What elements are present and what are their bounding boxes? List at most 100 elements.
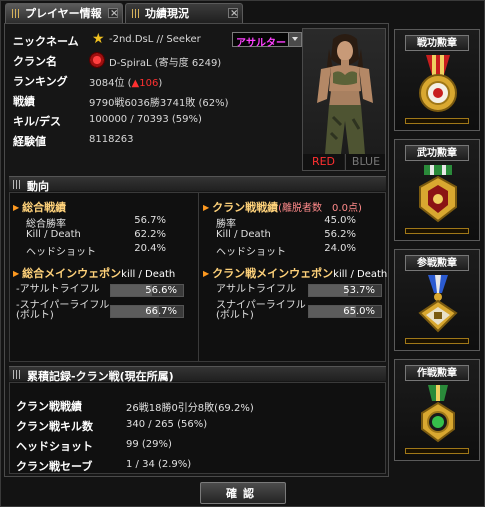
list-item: ヘッドショット 20.4% [26,243,186,258]
medal-plate [405,448,469,454]
chevron-down-icon[interactable] [288,33,301,46]
weapon-bar: 66.7% [110,305,184,318]
class-select-value: アサルター [236,38,286,49]
clan-weapon-title-text: クラン戦メインウェポン [212,267,334,280]
medal-title: 武功勲章 [405,145,469,161]
tab-bars-icon [12,9,21,18]
record-label: クラン戦戦績 [16,400,82,413]
medal-card[interactable]: 戦功勲章 [394,29,480,131]
stat-label: 勝率 [216,219,236,230]
record-label: クラン戦セーブ [16,460,93,473]
list-item: Kill / Death 56.2% [216,229,376,242]
stat-label: 総合勝率 [26,219,66,230]
nickname-value: -2nd.DsL // Seeker [109,34,201,45]
medal-title: 参戦勲章 [405,255,469,271]
player-info-window: プレイヤー情報 功績現況 ニックネーム ★ -2nd.DsL // Seeker… [0,0,485,507]
stat-value: 20.4% [134,243,166,254]
record-row: 戦績 9790戦6036勝3741敗 (62%) [9,92,300,109]
nickname-row: ニックネーム ★ -2nd.DsL // Seeker アサルター [9,31,302,49]
tab-achievements[interactable]: 功績現況 [125,3,243,23]
medal-title: 作戦勲章 [405,365,469,381]
stat-value: 24.0% [324,243,356,254]
list-item: ヘッドショット 24.0% [216,243,376,258]
rank-star-icon: ★ [92,31,105,47]
weapon-bar: 56.6% [110,284,184,297]
kd-label: キル/デス [13,115,62,128]
clan-record-header: 累積記録-クラン戦(現在所属) [9,366,386,383]
clan-row: クラン名 D-SpiraL (寄与度 6249) [9,52,300,69]
nickname-label: ニックネーム [13,35,79,48]
medal-blue-ribbon-icon [418,275,458,333]
clan-title-sub: (離脱者数 0.0点) [278,203,362,214]
stat-label: Kill / Death [26,229,81,240]
clan-title: クラン戦戦績(離脱者数 0.0点) [203,199,362,215]
overall-title: 総合戦績 [13,199,66,215]
clan-record-section: クラン戦戦績 26戦18勝0引分8敗(69.2%) クラン戦キル数 340 / 26… [9,382,386,474]
ranking-label: ランキング [13,75,68,88]
record-label: ヘッドショット [16,440,93,453]
section-bars-icon [13,180,22,189]
weapon-label: -スナイパーライフル (ボルト) [16,300,110,321]
medal-title: 戦功勲章 [405,35,469,51]
weapon-bar-fill [309,285,348,296]
confirm-button[interactable]: 確認 [200,482,286,504]
trend-stats: 総合戦績 総合勝率 56.7% Kill / Death 62.2% ヘッドショット… [9,192,387,362]
team-red-button[interactable]: RED [303,154,344,170]
weapon-label: スナイパーライフル (ボルト) [216,300,306,321]
stat-value: 45.0% [324,215,356,226]
weapon-label: アサルトライフル [216,284,296,295]
section-bars-icon [13,370,22,379]
overall-weapon-title-text: 総合メインウェポン [22,267,122,280]
medal-panel: 戦功勲章 武功勲章 参戦勲章 作戦勲章 [392,23,484,477]
clan-title-text: クラン戦戦績 [212,201,279,214]
clan-label: クラン名 [13,55,57,68]
tab-close-icon[interactable] [228,4,238,23]
character-figure [317,34,373,154]
overall-weapon-sub: kill / Death [121,269,176,280]
list-item: 勝率 45.0% [216,215,376,230]
clan-weapon-sub: kill / Death [333,269,388,280]
record-label: 戦績 [13,95,35,108]
medal-card[interactable]: 武功勲章 [394,139,480,241]
kd-row: キル/デス 100000 / 70393 (59%) [9,112,300,128]
medal-plate [405,338,469,344]
trend-header: 動向 [9,176,386,193]
weapon-label: -アサルトライフル [16,284,100,295]
stat-label: ヘッドショット [216,247,286,258]
class-select[interactable]: アサルター [232,32,302,49]
medal-red-ribbon-icon [419,55,457,112]
weapon-bar: 65.0% [308,305,382,318]
overall-weapon-title: 総合メインウェポンkill / Death [13,265,175,281]
tab-close-icon[interactable] [108,4,118,23]
tab-player-info[interactable]: プレイヤー情報 [5,3,123,23]
medal-card[interactable]: 参戦勲章 [394,249,480,351]
team-blue-button[interactable]: BLUE [345,154,385,170]
weapon-row: スナイパーライフル (ボルト) 65.0% [206,301,384,323]
record-value: 1 / 34 (2.9%) [126,459,192,470]
clan-column: クラン戦戦績(離脱者数 0.0点) 勝率 45.0% Kill / Death 56… [200,193,387,361]
record-value: 26戦18勝0引分8敗(69.2%) [126,403,254,414]
kd-value: 100000 / 70393 (59%) [89,114,202,125]
ranking-text: 3084位 ( [89,78,132,89]
list-item: クラン戦セーブ 1 / 34 (2.9%) [16,457,376,473]
weapon-bar-value: 53.7% [343,285,375,296]
medal-green-gem-icon [421,385,455,443]
clan-value: D-SpiraL (寄与度 6249) [109,58,222,69]
weapon-bar-value: 65.0% [343,306,375,317]
medal-card[interactable]: 作戦勲章 [394,359,480,461]
record-value: 99 (29%) [126,439,172,450]
list-item: クラン戦キル数 340 / 265 (56%) [16,417,376,433]
record-value: 340 / 265 (56%) [126,419,208,430]
weapon-bar-value: 56.6% [145,285,177,296]
medal-plate [405,118,469,124]
medal-plate [405,228,469,234]
ranking-change: ▲106 [131,78,159,89]
ranking-close: ) [158,78,163,89]
tab-bars-icon [132,9,141,18]
tab-label: 功績現況 [145,7,189,20]
clan-emblem-icon [89,52,105,68]
list-item: ヘッドショット 99 (29%) [16,437,376,453]
clan-weapon-title: クラン戦メインウェポンkill / Death [203,265,387,281]
stat-label: Kill / Death [216,229,271,240]
ranking-value: 3084位 (▲106) [89,74,162,89]
